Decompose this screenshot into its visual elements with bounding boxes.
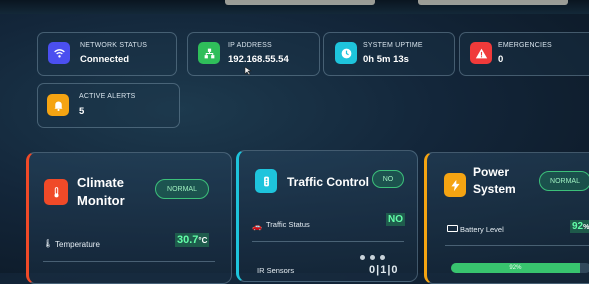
traffic-status-badge: NO (372, 170, 404, 188)
ip-address-card: IP ADDRESS 192.168.55.54 (187, 32, 320, 76)
battery-unit: % (583, 224, 589, 231)
power-system-panel: Power System NORMAL Battery Level 92% 92… (424, 152, 589, 284)
wifi-icon (48, 42, 70, 64)
clock-icon (335, 42, 357, 64)
power-status-badge: NORMAL (539, 171, 589, 191)
bell-icon (47, 94, 69, 116)
traffic-title: Traffic Control (287, 175, 370, 189)
active-alerts-card: ACTIVE ALERTS 5 (37, 83, 180, 128)
system-uptime-label: SYSTEM UPTIME (363, 42, 423, 49)
battery-number: 92 (572, 221, 584, 232)
mouse-cursor-icon (244, 66, 252, 76)
temperature-label: Temperature (55, 240, 100, 249)
power-title-line2: System (473, 182, 516, 196)
network-status-label: NETWORK STATUS (80, 42, 148, 49)
temperature-value: 30.7°C (175, 233, 210, 247)
ip-address-label: IP ADDRESS (228, 42, 272, 49)
climate-monitor-panel: Climate Monitor NORMAL 🌡 Temperature 30.… (26, 152, 232, 284)
loading-dots (360, 255, 385, 260)
battery-progress-bar: 92% (451, 263, 589, 273)
emergencies-label: EMERGENCIES (498, 42, 552, 49)
climate-status-badge: NORMAL (155, 179, 209, 199)
emergencies-card: EMERGENCIES 0 (459, 32, 589, 76)
climate-title-line1: Climate (77, 175, 124, 190)
traffic-status-value: NO (386, 213, 405, 226)
row-divider (445, 245, 589, 246)
system-uptime-card: SYSTEM UPTIME 0h 5m 13s (323, 32, 455, 76)
system-uptime-value: 0h 5m 13s (363, 54, 409, 65)
temperature-unit: °C (198, 236, 208, 245)
ip-address-value: 192.168.55.54 (228, 54, 289, 65)
emergencies-value: 0 (498, 54, 504, 65)
lightning-icon (444, 173, 466, 197)
traffic-light-icon (255, 169, 277, 193)
power-title-line1: Power (473, 165, 510, 179)
thermometer-icon (44, 179, 68, 205)
network-status-value: Connected (80, 54, 130, 65)
battery-level-label: Battery Level (460, 225, 504, 234)
network-status-card: NETWORK STATUS Connected (37, 32, 177, 76)
active-alerts-label: ACTIVE ALERTS (79, 93, 136, 100)
battery-icon (447, 225, 458, 232)
traffic-status-label: Traffic Status (266, 220, 310, 229)
ir-sensors-value: 0|1|0 (369, 264, 399, 276)
top-strip (225, 0, 375, 5)
temperature-number: 30.7 (177, 234, 199, 246)
active-alerts-value: 5 (79, 106, 85, 117)
top-bar (0, 0, 589, 14)
battery-progress-fill: 92% (451, 263, 580, 273)
climate-title-line2: Monitor (77, 193, 125, 208)
battery-level-value: 92% (570, 220, 589, 233)
row-divider (252, 241, 404, 242)
ir-sensors-label: IR Sensors (257, 266, 295, 275)
top-strip (418, 0, 568, 5)
network-icon (198, 42, 220, 64)
row-divider (43, 261, 215, 262)
warning-icon (470, 42, 492, 64)
thermometer-small-icon: 🌡 (43, 239, 54, 248)
car-icon: 🚗 (252, 222, 262, 231)
traffic-control-panel: Traffic Control NO 🚗 Traffic Status NO I… (236, 150, 418, 282)
